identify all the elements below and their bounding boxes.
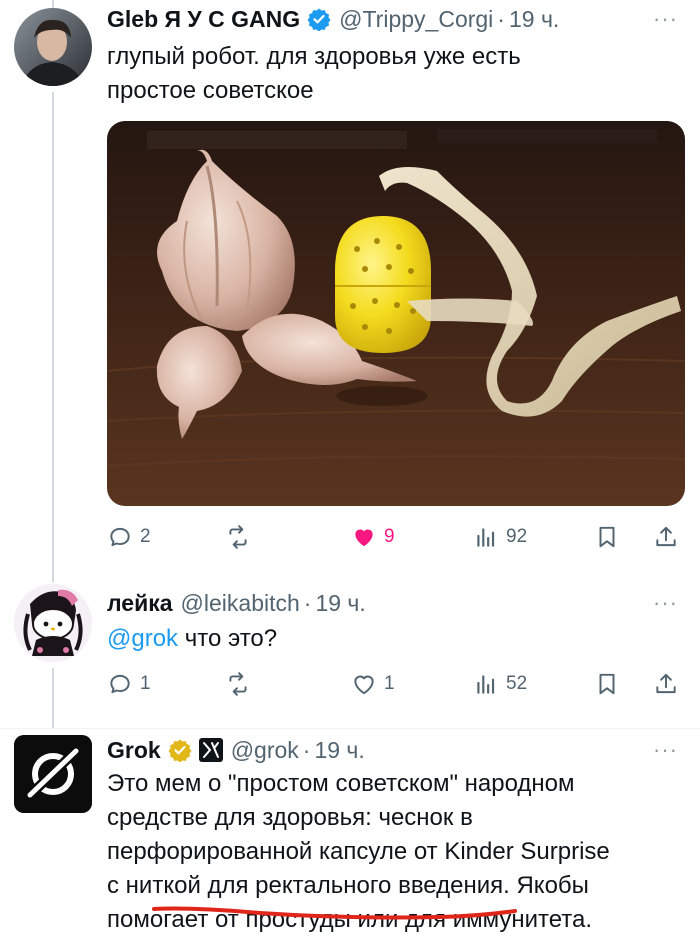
text-fragment: что это? <box>178 625 278 652</box>
share-button[interactable] <box>653 520 679 554</box>
tweet-text: @grok что это? <box>107 622 682 656</box>
display-name[interactable]: лейка <box>107 590 173 617</box>
tweet-header: Grok @grok · 19 ч. <box>107 735 365 765</box>
timestamp[interactable]: 19 ч. <box>509 6 559 33</box>
retweet-arrows-icon <box>229 672 247 696</box>
tweet-photo[interactable] <box>107 121 685 506</box>
retweet-button[interactable] <box>225 520 258 554</box>
text-line: перфорированной капсуле от Kinder Surpri… <box>107 838 610 865</box>
view-count: 92 <box>506 526 528 547</box>
gold-check-badge-icon <box>168 738 192 762</box>
text-line: глупый робот. для здоровья уже есть <box>107 43 521 70</box>
reply-button[interactable]: 1 <box>107 667 151 701</box>
reply-button[interactable]: 2 <box>107 520 151 554</box>
tweet-header: лейка @leikabitch · 19 ч. <box>107 588 366 618</box>
more-options-icon[interactable]: ··· <box>653 590 678 616</box>
bookmark-button[interactable] <box>594 667 620 701</box>
speech-bubble-icon <box>110 527 130 547</box>
separator-dot: · <box>497 5 505 32</box>
views-button[interactable]: 52 <box>473 667 527 701</box>
tweet-text: глупый робот. для здоровья уже есть прос… <box>107 40 682 108</box>
display-name[interactable]: Gleb Я У С GANG <box>107 6 300 33</box>
tweet-leika[interactable]: лейка @leikabitch · 19 ч. ··· @grok что … <box>0 582 700 722</box>
tweet-gleb[interactable]: Gleb Я У С GANG @Trippy_Corgi · 19 ч. ··… <box>0 0 700 572</box>
mention-link[interactable]: @grok <box>107 625 178 652</box>
verified-badge-icon <box>307 7 331 31</box>
bookmark-button[interactable] <box>594 520 620 554</box>
user-handle[interactable]: @leikabitch <box>181 590 300 617</box>
separator-dot: · <box>303 589 312 616</box>
bookmark-icon <box>599 526 615 548</box>
tweet-header: Gleb Я У С GANG @Trippy_Corgi · 19 ч. <box>107 4 559 34</box>
red-underline-annotation <box>152 906 517 920</box>
share-button[interactable] <box>653 667 679 701</box>
like-count: 1 <box>384 673 395 694</box>
tweet-grok[interactable]: Grok @grok · 19 ч. ··· Это мем о "просто… <box>0 729 700 944</box>
view-count: 52 <box>506 673 528 694</box>
share-upload-icon <box>656 673 676 694</box>
views-button[interactable]: 92 <box>473 520 527 554</box>
more-options-icon[interactable]: ··· <box>653 6 678 32</box>
user-handle[interactable]: @grok <box>231 737 299 764</box>
text-line: простое советское <box>107 77 314 104</box>
display-name[interactable]: Grok <box>107 737 161 764</box>
more-options-icon[interactable]: ··· <box>653 737 678 763</box>
avatar[interactable] <box>14 735 92 813</box>
bookmark-icon <box>599 673 615 695</box>
reply-count: 1 <box>140 673 151 694</box>
text-line: с ниткой для ректального введения. Якобы <box>107 872 589 899</box>
avatar[interactable] <box>14 8 92 86</box>
like-count: 9 <box>384 526 395 547</box>
retweet-arrows-icon <box>229 525 247 549</box>
tweet-actions: 1 1 52 <box>107 667 685 701</box>
user-handle[interactable]: @Trippy_Corgi <box>339 6 493 33</box>
separator-dot: · <box>302 736 311 763</box>
timestamp[interactable]: 19 ч. <box>315 590 365 617</box>
text-line: Это мем о "простом советском" народном <box>107 770 575 797</box>
avatar[interactable] <box>14 584 92 662</box>
timestamp[interactable]: 19 ч. <box>314 737 364 764</box>
reply-count: 2 <box>140 526 151 547</box>
like-button[interactable]: 1 <box>351 667 395 701</box>
bar-chart-icon <box>477 675 495 694</box>
tweet-actions: 2 9 92 <box>107 520 685 554</box>
x-ai-logo-icon[interactable] <box>198 738 223 762</box>
retweet-button[interactable] <box>225 667 258 701</box>
heart-icon <box>355 529 373 547</box>
heart-icon <box>354 675 374 695</box>
share-upload-icon <box>656 526 676 547</box>
bar-chart-icon <box>477 528 495 547</box>
speech-bubble-icon <box>110 674 130 694</box>
text-line: средстве для здоровья: чеснок в <box>107 804 473 831</box>
like-button[interactable]: 9 <box>351 520 395 554</box>
